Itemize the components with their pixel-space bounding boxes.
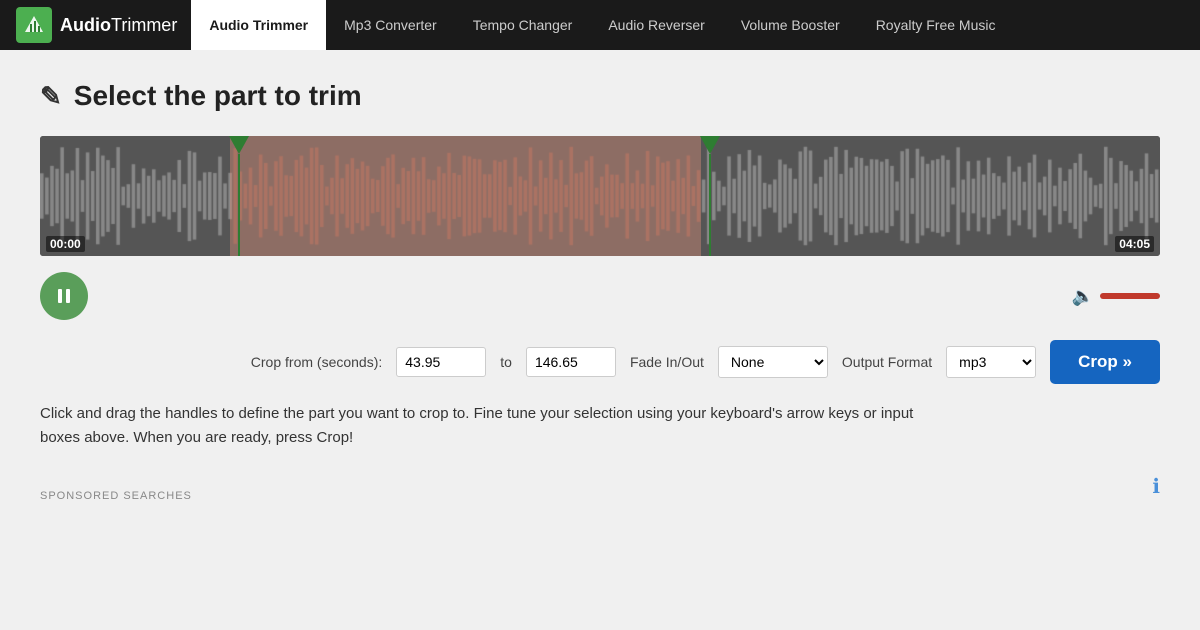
format-select[interactable]: mp3 <box>946 346 1036 378</box>
crop-to-label: to <box>500 354 512 370</box>
handle-right-arrow <box>700 136 720 154</box>
nav-link-audio-trimmer[interactable]: Audio Trimmer <box>191 0 326 50</box>
crop-from-label: Crop from (seconds): <box>251 354 382 370</box>
page-title: ✎ Select the part to trim <box>40 80 1160 112</box>
waveform-canvas <box>40 136 1160 256</box>
info-icon: ℹ <box>1152 474 1160 499</box>
fade-select[interactable]: None <box>718 346 828 378</box>
fade-label: Fade In/Out <box>630 354 704 370</box>
hint-text: Click and drag the handles to define the… <box>40 402 940 450</box>
volume-slider[interactable] <box>1100 293 1160 299</box>
nav-link-mp3[interactable]: Mp3 Converter <box>326 0 455 50</box>
footer-bar: SPONSORED SEARCHES ℹ <box>40 470 1160 502</box>
nav-item-audio-trimmer[interactable]: Audio Trimmer <box>191 0 326 50</box>
nav-link-tempo[interactable]: Tempo Changer <box>455 0 591 50</box>
play-pause-button[interactable] <box>40 272 88 320</box>
crop-button[interactable]: Crop » <box>1050 340 1160 384</box>
nav-item-tempo[interactable]: Tempo Changer <box>455 0 591 50</box>
crop-to-input[interactable] <box>526 347 616 377</box>
volume-icon: 🔈 <box>1072 286 1094 307</box>
nav-links: Audio Trimmer Mp3 Converter Tempo Change… <box>191 0 1013 50</box>
crop-from-input[interactable] <box>396 347 486 377</box>
time-end-label: 04:05 <box>1115 236 1154 252</box>
sponsored-label: SPONSORED SEARCHES <box>40 490 192 502</box>
nav-item-royalty[interactable]: Royalty Free Music <box>858 0 1014 50</box>
edit-icon: ✎ <box>40 81 62 112</box>
navbar: AudioTrimmer Audio Trimmer Mp3 Converter… <box>0 0 1200 50</box>
logo-icon <box>16 7 52 43</box>
format-label: Output Format <box>842 354 932 370</box>
handle-left-line <box>238 154 240 256</box>
nav-link-reverser[interactable]: Audio Reverser <box>590 0 723 50</box>
playback-row: 🔈 <box>40 272 1160 320</box>
logo[interactable]: AudioTrimmer <box>16 7 177 43</box>
pause-icon <box>55 287 73 305</box>
logo-text: AudioTrimmer <box>60 15 177 36</box>
nav-item-mp3[interactable]: Mp3 Converter <box>326 0 455 50</box>
logo-svg <box>23 14 45 36</box>
waveform-container[interactable]: 00:00 04:05 <box>40 136 1160 256</box>
nav-link-volume[interactable]: Volume Booster <box>723 0 858 50</box>
handle-left-arrow <box>229 136 249 154</box>
nav-item-reverser[interactable]: Audio Reverser <box>590 0 723 50</box>
time-start-label: 00:00 <box>46 236 85 252</box>
trim-handle-left[interactable] <box>230 136 248 256</box>
trim-handle-right[interactable] <box>701 136 719 256</box>
main-content: ✎ Select the part to trim 00:00 04:05 <box>20 50 1180 522</box>
crop-controls: Crop from (seconds): to Fade In/Out None… <box>40 340 1160 384</box>
volume-area: 🔈 <box>1072 286 1160 307</box>
nav-item-volume[interactable]: Volume Booster <box>723 0 858 50</box>
nav-link-royalty[interactable]: Royalty Free Music <box>858 0 1014 50</box>
handle-right-line <box>709 154 711 256</box>
